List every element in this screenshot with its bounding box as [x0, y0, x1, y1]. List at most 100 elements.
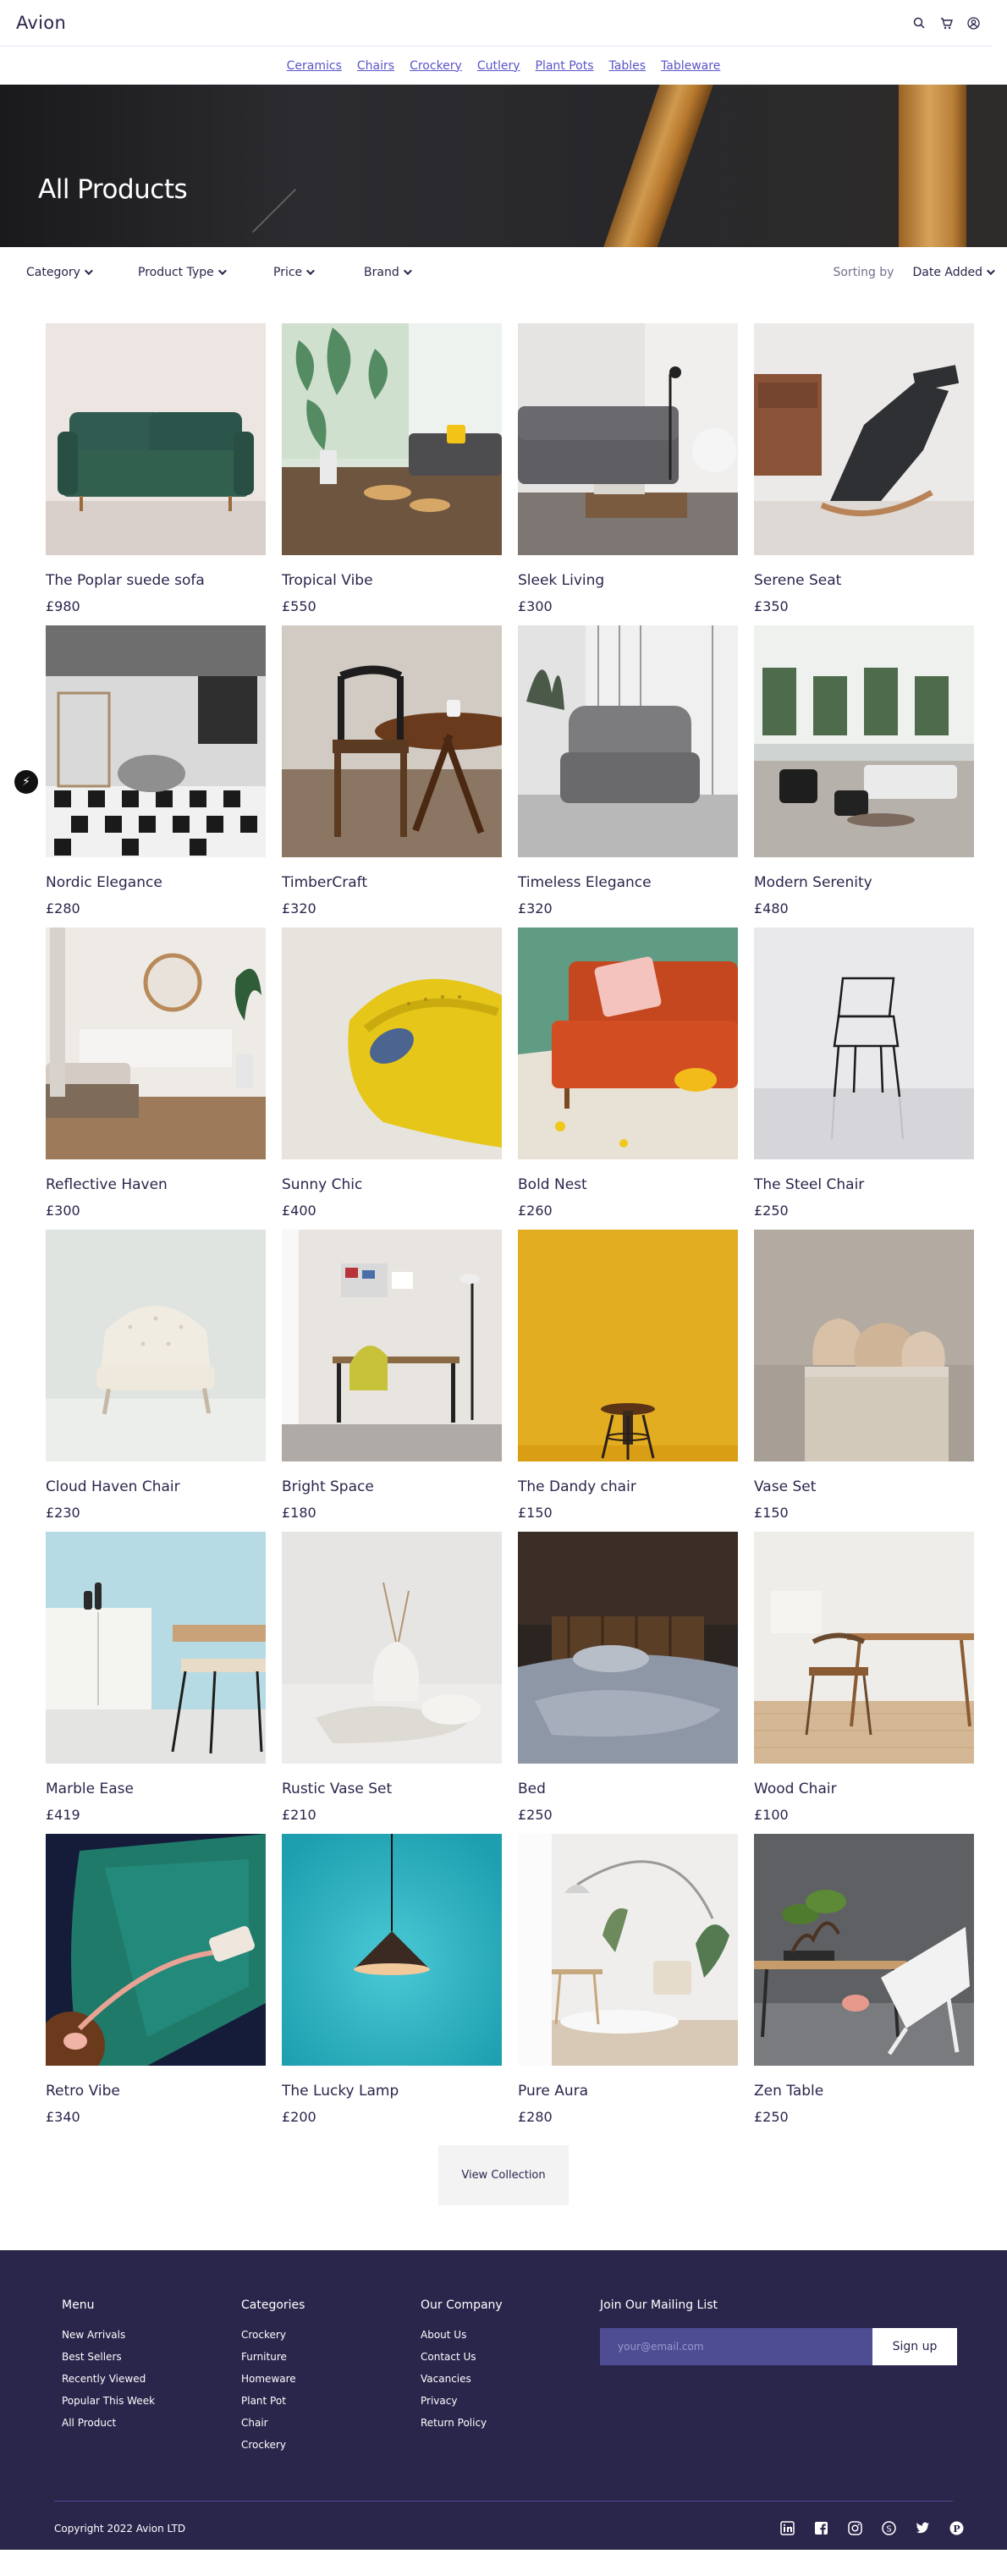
product-image[interactable]	[518, 323, 738, 555]
linkedin-icon[interactable]	[779, 2519, 795, 2536]
product-name[interactable]: Serene Seat	[754, 572, 974, 589]
twitter-icon[interactable]	[914, 2519, 931, 2536]
product-name[interactable]: Wood Chair	[754, 1781, 974, 1797]
sign-up-button[interactable]: Sign up	[872, 2328, 957, 2365]
footer-link[interactable]: Furniture	[241, 2351, 421, 2363]
product-name[interactable]: The Dandy chair	[518, 1478, 738, 1495]
product-name[interactable]: Timeless Elegance	[518, 874, 738, 891]
user-icon[interactable]	[966, 16, 980, 30]
search-icon[interactable]	[912, 16, 926, 30]
product-image[interactable]	[46, 1532, 266, 1764]
product-card[interactable]: Bold Nest £260	[518, 927, 738, 1219]
product-name[interactable]: Sleek Living	[518, 572, 738, 589]
product-image[interactable]	[46, 625, 266, 857]
product-image[interactable]	[518, 1230, 738, 1461]
product-card[interactable]: Modern Serenity £480	[754, 625, 974, 917]
product-card[interactable]: Bed £250	[518, 1532, 738, 1824]
product-image[interactable]	[754, 1834, 974, 2066]
product-image[interactable]	[46, 1834, 266, 2066]
product-name[interactable]: Zen Table	[754, 2083, 974, 2100]
email-field[interactable]	[600, 2328, 872, 2365]
footer-link[interactable]: Homeware	[241, 2373, 421, 2385]
product-card[interactable]: Retro Vibe £340	[46, 1834, 266, 2126]
product-image[interactable]	[282, 1230, 502, 1461]
product-card[interactable]: Sunny Chic £400	[282, 927, 502, 1219]
product-name[interactable]: Marble Ease	[46, 1781, 266, 1797]
nav-link-crockery[interactable]: Crockery	[410, 59, 462, 73]
product-card[interactable]: Timeless Elegance £320	[518, 625, 738, 917]
product-image[interactable]	[754, 625, 974, 857]
product-image[interactable]	[518, 927, 738, 1159]
product-card[interactable]: The Steel Chair £250	[754, 927, 974, 1219]
product-card[interactable]: Tropical Vibe £550	[282, 323, 502, 615]
product-name[interactable]: Bold Nest	[518, 1176, 738, 1193]
skype-icon[interactable]: S	[880, 2519, 897, 2536]
filter-category[interactable]: Category	[26, 266, 138, 279]
nav-link-tableware[interactable]: Tableware	[661, 59, 720, 73]
product-name[interactable]: The Poplar suede sofa	[46, 572, 266, 589]
product-name[interactable]: Sunny Chic	[282, 1176, 502, 1193]
facebook-icon[interactable]	[812, 2519, 829, 2536]
product-card[interactable]: Rustic Vase Set £210	[282, 1532, 502, 1824]
logo[interactable]: Avion	[16, 13, 66, 33]
product-card[interactable]: Marble Ease £419	[46, 1532, 266, 1824]
product-image[interactable]	[46, 927, 266, 1159]
footer-link[interactable]: Best Sellers	[62, 2351, 241, 2363]
filter-price[interactable]: Price	[273, 266, 364, 279]
product-name[interactable]: The Lucky Lamp	[282, 2083, 502, 2100]
product-image[interactable]	[754, 927, 974, 1159]
product-image[interactable]	[754, 1230, 974, 1461]
nav-link-plant-pots[interactable]: Plant Pots	[536, 59, 594, 73]
nav-link-chairs[interactable]: Chairs	[357, 59, 394, 73]
product-image[interactable]	[754, 323, 974, 555]
product-card[interactable]: Serene Seat £350	[754, 323, 974, 615]
nav-link-cutlery[interactable]: Cutlery	[477, 59, 520, 73]
product-image[interactable]	[46, 1230, 266, 1461]
product-card[interactable]: Wood Chair £100	[754, 1532, 974, 1824]
product-name[interactable]: Nordic Elegance	[46, 874, 266, 891]
nav-link-ceramics[interactable]: Ceramics	[287, 59, 342, 73]
product-card[interactable]: Nordic Elegance £280	[46, 625, 266, 917]
instagram-icon[interactable]	[846, 2519, 863, 2536]
product-card[interactable]: Vase Set £150	[754, 1230, 974, 1522]
product-name[interactable]: Vase Set	[754, 1478, 974, 1495]
nav-link-tables[interactable]: Tables	[609, 59, 647, 73]
footer-link[interactable]: Privacy	[421, 2395, 600, 2407]
footer-link[interactable]: Chair	[241, 2417, 421, 2429]
product-name[interactable]: Tropical Vibe	[282, 572, 502, 589]
footer-link[interactable]: Contact Us	[421, 2351, 600, 2363]
product-card[interactable]: Sleek Living £300	[518, 323, 738, 615]
pinterest-icon[interactable]: P	[948, 2519, 965, 2536]
lightning-icon[interactable]: ⚡	[14, 770, 38, 794]
footer-link[interactable]: Vacancies	[421, 2373, 600, 2385]
view-collection-button[interactable]: View Collection	[438, 2145, 569, 2205]
product-card[interactable]: The Dandy chair £150	[518, 1230, 738, 1522]
footer-link[interactable]: Plant Pot	[241, 2395, 421, 2407]
product-card[interactable]: The Poplar suede sofa £980	[46, 323, 266, 615]
footer-link[interactable]: All Product	[62, 2417, 241, 2429]
product-name[interactable]: Modern Serenity	[754, 874, 974, 891]
product-name[interactable]: Reflective Haven	[46, 1176, 266, 1193]
footer-link[interactable]: Recently Viewed	[62, 2373, 241, 2385]
product-image[interactable]	[282, 1834, 502, 2066]
product-image[interactable]	[282, 625, 502, 857]
cart-icon[interactable]	[939, 16, 953, 30]
product-card[interactable]: Bright Space £180	[282, 1230, 502, 1522]
product-image[interactable]	[518, 1834, 738, 2066]
product-image[interactable]	[46, 323, 266, 555]
product-name[interactable]: TimberCraft	[282, 874, 502, 891]
footer-link[interactable]: New Arrivals	[62, 2329, 241, 2341]
product-card[interactable]: Zen Table £250	[754, 1834, 974, 2126]
product-image[interactable]	[282, 927, 502, 1159]
footer-link[interactable]: Popular This Week	[62, 2395, 241, 2407]
product-card[interactable]: Cloud Haven Chair £230	[46, 1230, 266, 1522]
filter-brand[interactable]: Brand	[364, 266, 412, 279]
product-card[interactable]: Reflective Haven £300	[46, 927, 266, 1219]
product-image[interactable]	[282, 323, 502, 555]
filter-product-type[interactable]: Product Type	[138, 266, 273, 279]
product-image[interactable]	[518, 1532, 738, 1764]
product-image[interactable]	[754, 1532, 974, 1764]
product-card[interactable]: The Lucky Lamp £200	[282, 1834, 502, 2126]
footer-link[interactable]: About Us	[421, 2329, 600, 2341]
footer-link[interactable]: Return Policy	[421, 2417, 600, 2429]
